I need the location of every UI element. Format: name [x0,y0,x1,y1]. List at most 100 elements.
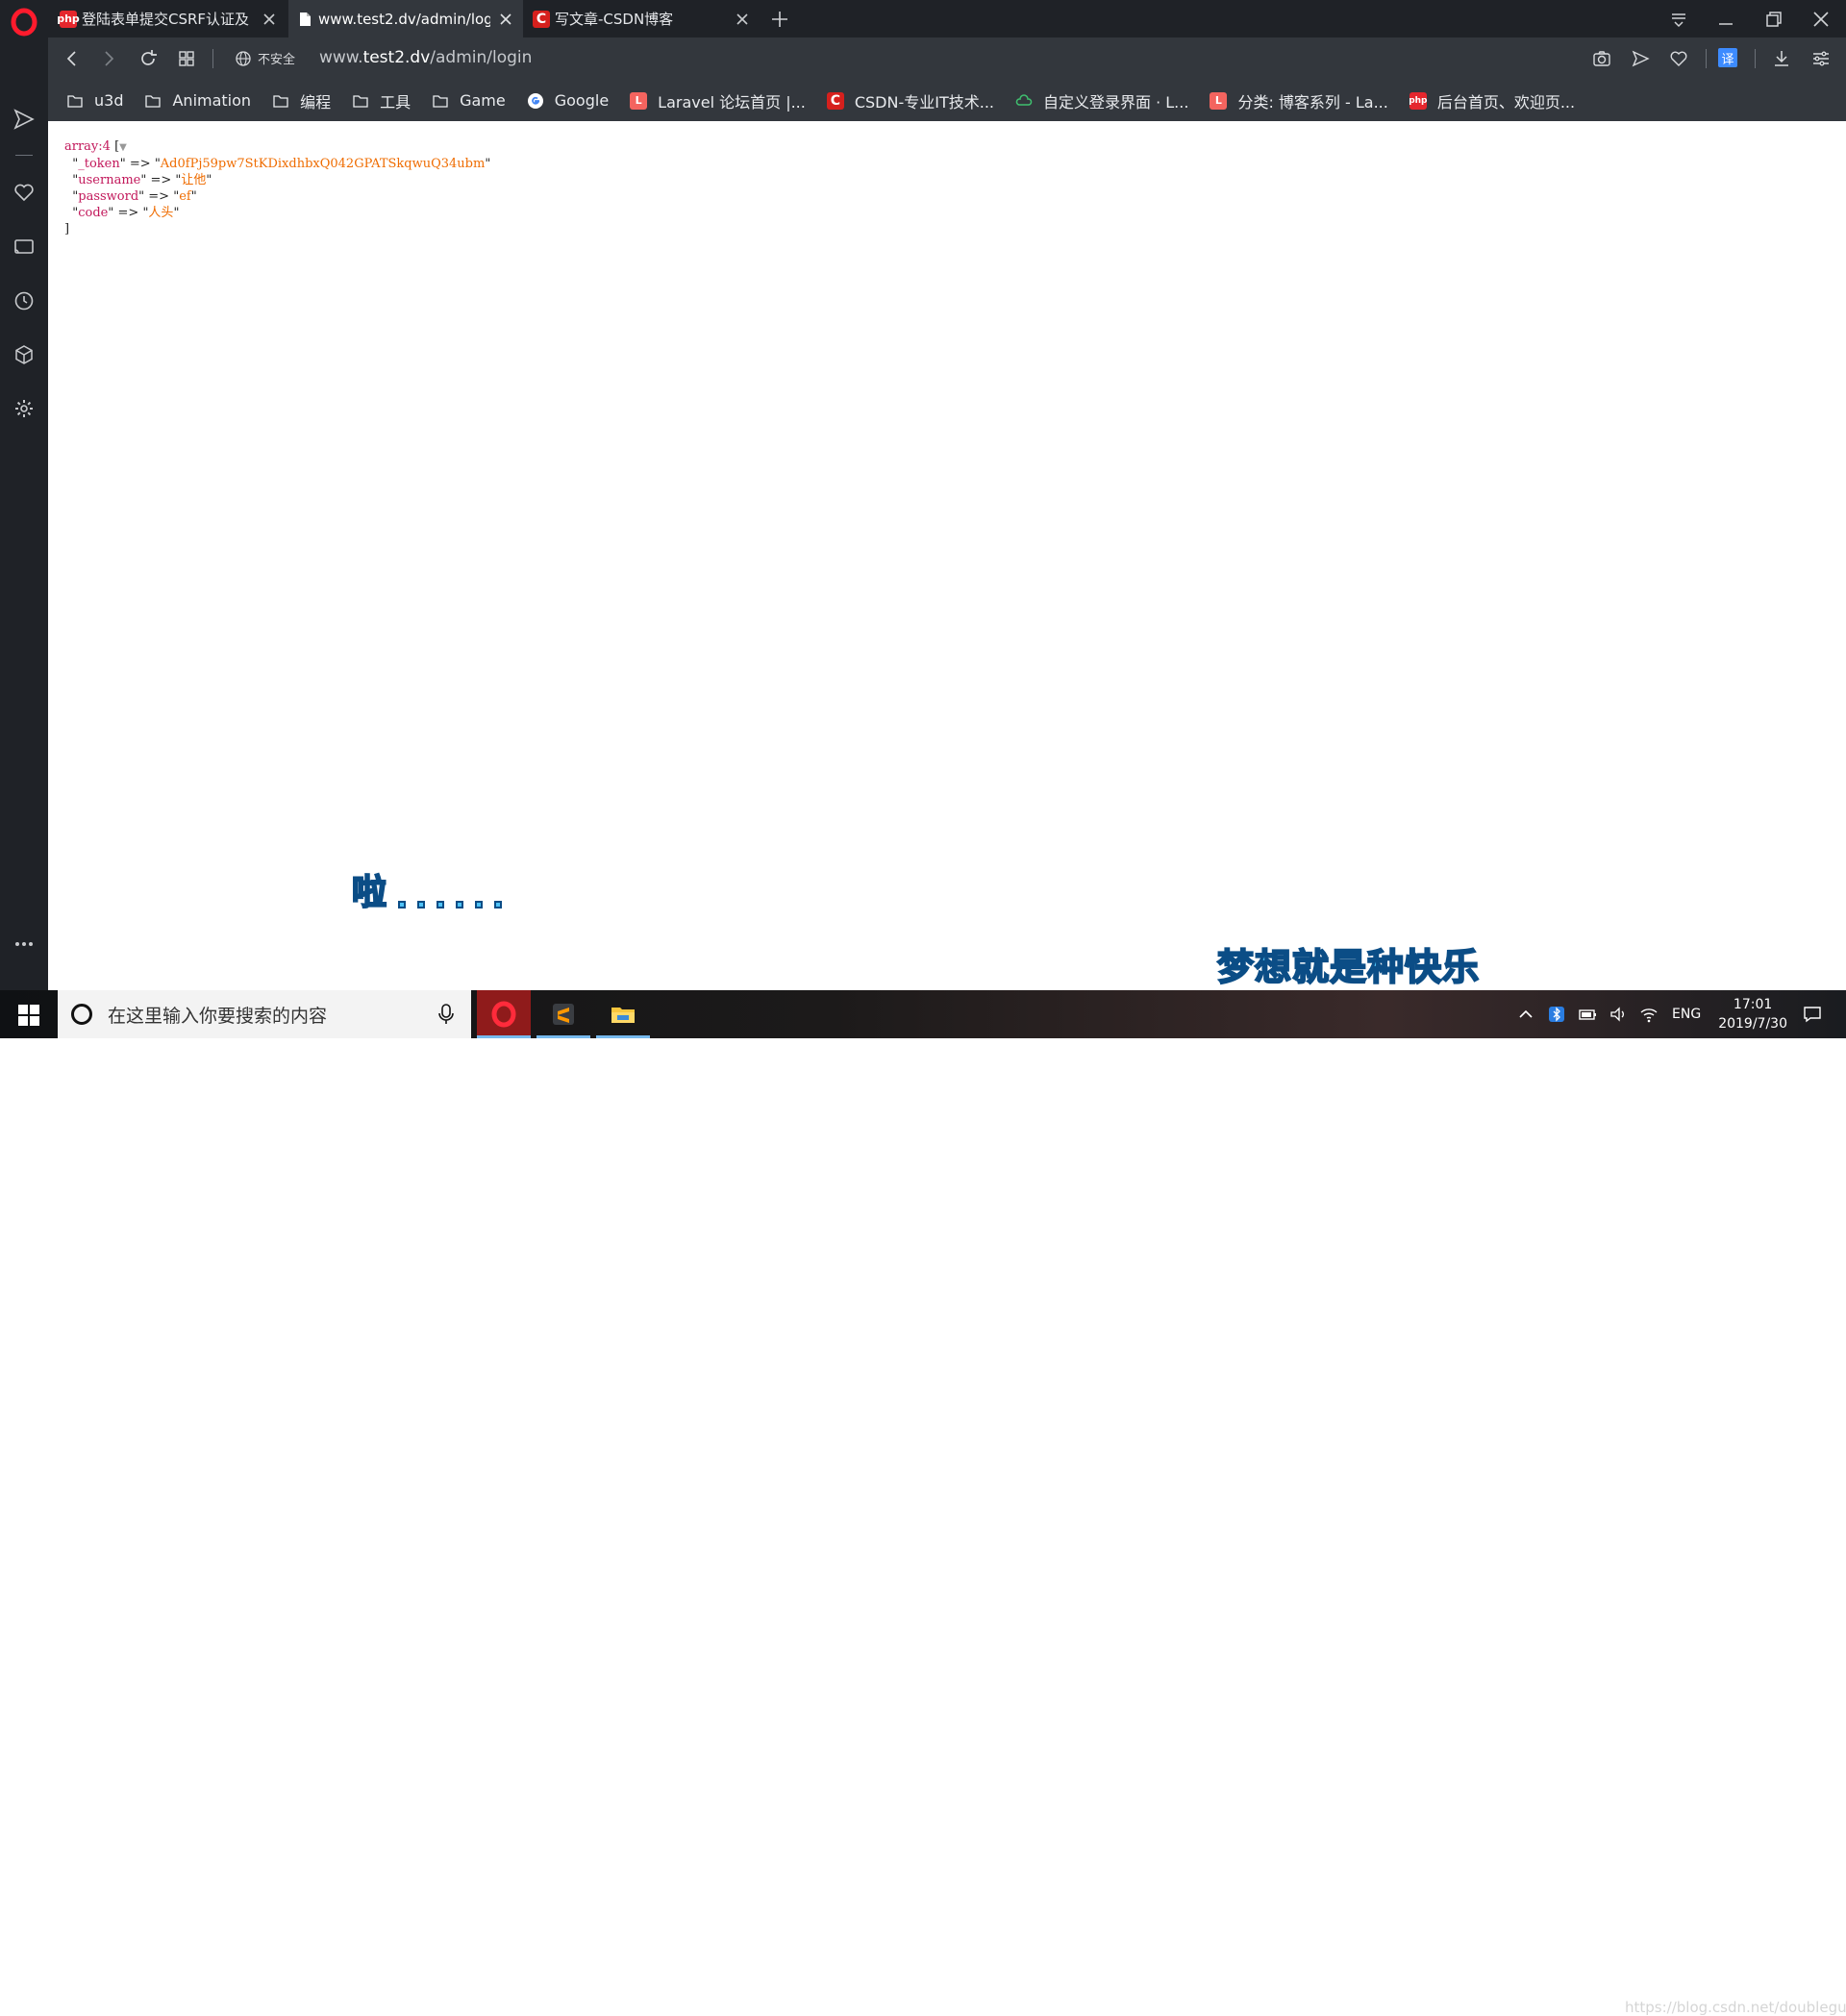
tab-title: www.test2.dv/admin/log [318,10,490,28]
sidebar [0,37,48,990]
bookmark-label: CSDN-专业IT技术... [854,92,994,112]
page-content: array:4 [▼ "_token" => "Ad0fPj59pw7StKDi… [48,121,1846,990]
minimize-icon[interactable] [1714,8,1737,31]
subtitle-dot [475,901,484,908]
php-icon: php [57,10,80,28]
subtitle-line-2: 梦想就是种快乐 [1216,945,1481,989]
forward-icon[interactable] [98,48,119,69]
watermark: https://blog.csdn.net/doubleguy [1625,1999,1846,2016]
opera-menu-icon[interactable] [10,8,38,37]
folder-icon [273,94,288,108]
bookmark-tools[interactable]: 工具 [352,89,411,112]
bookmark-label: 分类: 博客系列 - La... [1237,92,1388,112]
bookmark-custom-login[interactable]: 自定义登录界面 · L... [1015,89,1188,112]
microphone-icon[interactable] [437,1003,456,1026]
dump-close-bracket: ] [64,222,70,236]
bookmark-admin-home[interactable]: php 后台首页、欢迎页... [1409,89,1575,112]
folder-icon [145,94,162,108]
history-icon[interactable] [12,288,37,313]
reload-icon[interactable] [137,48,159,69]
settings-gear-icon[interactable] [12,396,37,421]
volume-icon[interactable] [1608,1004,1629,1025]
back-icon[interactable] [62,48,83,69]
dump-arrow: => [150,173,172,187]
close-tab-icon[interactable] [260,10,279,29]
security-label: 不安全 [258,53,296,67]
taskbar-file-explorer-app[interactable] [596,990,650,1038]
new-tab-icon[interactable] [769,9,790,30]
laravel-icon: L [1210,91,1228,110]
laravel-icon: L [630,91,648,110]
globe-icon [236,50,251,66]
restore-icon[interactable] [1762,8,1785,31]
bookmark-heart-icon[interactable] [1668,48,1689,69]
bookmark-google[interactable]: Google [527,91,609,110]
input-language[interactable]: ENG [1672,1007,1701,1022]
collapse-toggle-icon[interactable]: ▼ [119,142,127,153]
snapshot-icon[interactable] [1591,48,1612,69]
tab-title: 写文章-CSDN博客 [555,11,674,28]
cortana-icon[interactable] [71,1004,92,1025]
subtitle-line-1: 啦 [351,873,503,913]
taskbar-opera-app[interactable] [477,990,531,1038]
dump-header: array:4 [64,139,111,154]
url-prefix: www. [319,48,363,67]
taskbar-sublime-app[interactable] [536,990,590,1038]
cast-icon[interactable] [12,235,37,260]
extensions-cube-icon[interactable] [12,342,37,367]
taskbar-search-box[interactable]: 在这里输入你要搜索的内容 [58,990,471,1038]
close-tab-icon[interactable] [496,10,515,29]
translate-icon[interactable]: 译 [1718,48,1737,67]
dump-value: ef [179,189,191,204]
opera-icon [491,1001,516,1028]
send-icon[interactable] [1630,48,1651,69]
bookmark-label: 后台首页、欢迎页... [1436,92,1576,112]
clock[interactable]: 17:01 2019/7/30 [1718,995,1787,1033]
dump-arrow: => [148,189,170,204]
bookmark-u3d[interactable]: u3d [66,91,123,110]
bookmark-laravel-forum[interactable]: L Laravel 论坛首页 |... [630,89,806,112]
close-tab-icon[interactable] [733,10,752,29]
bookmark-label: u3d [94,91,124,110]
send-icon[interactable] [12,107,37,132]
separator [212,49,213,68]
wifi-icon[interactable] [1638,1004,1659,1025]
bookmark-animation[interactable]: Animation [144,91,251,110]
more-options-icon[interactable] [12,932,37,957]
sidebar-divider [15,155,33,156]
dump-value: 让他 [181,173,207,187]
battery-icon[interactable] [1577,1004,1598,1025]
folder-explorer-icon [611,1008,635,1023]
heart-icon[interactable] [12,180,37,205]
bookmark-label: 工具 [380,92,412,112]
bookmark-blog-series[interactable]: L 分类: 博客系列 - La... [1210,89,1388,112]
system-tray: ENG 17:01 2019/7/30 [1510,990,1846,1038]
bluetooth-icon[interactable] [1546,1004,1567,1025]
bookmark-programming[interactable]: 编程 [272,89,331,112]
easy-setup-icon[interactable] [1810,48,1832,69]
subtitle-dot [456,901,464,908]
tab-admin-login[interactable]: www.test2.dv/admin/log [288,0,523,37]
close-window-icon[interactable] [1809,8,1833,31]
folder-icon [433,94,448,108]
bookmark-label: Google [554,91,610,110]
tab-csdn-write[interactable]: C 写文章-CSDN博客 [525,0,760,37]
speed-dial-icon[interactable] [176,48,197,69]
url-input[interactable]: www.test2.dv/admin/login [319,48,532,67]
security-indicator[interactable]: 不安全 [235,49,295,67]
bookmark-game[interactable]: Game [432,91,506,110]
notifications-icon[interactable] [1802,1004,1823,1025]
tab-csrf-article[interactable]: php 登陆表单提交CSRF认证及 [52,0,287,37]
download-icon[interactable] [1771,48,1792,69]
bookmark-csdn[interactable]: C CSDN-专业IT技术... [826,89,994,112]
windows-start-icon[interactable] [17,1004,40,1027]
csdn-icon: C [533,10,550,28]
sublime-text-icon [553,1004,574,1025]
array-dump: array:4 [▼ "_token" => "Ad0fPj59pw7StKDi… [64,139,491,236]
bookmark-label: 编程 [300,92,332,112]
folder-icon [353,94,368,108]
dump-arrow: => [117,206,139,220]
subtitle-dot [437,901,445,908]
tab-menu-icon[interactable] [1667,8,1690,31]
tray-expand-chevron-icon[interactable] [1515,1004,1536,1025]
